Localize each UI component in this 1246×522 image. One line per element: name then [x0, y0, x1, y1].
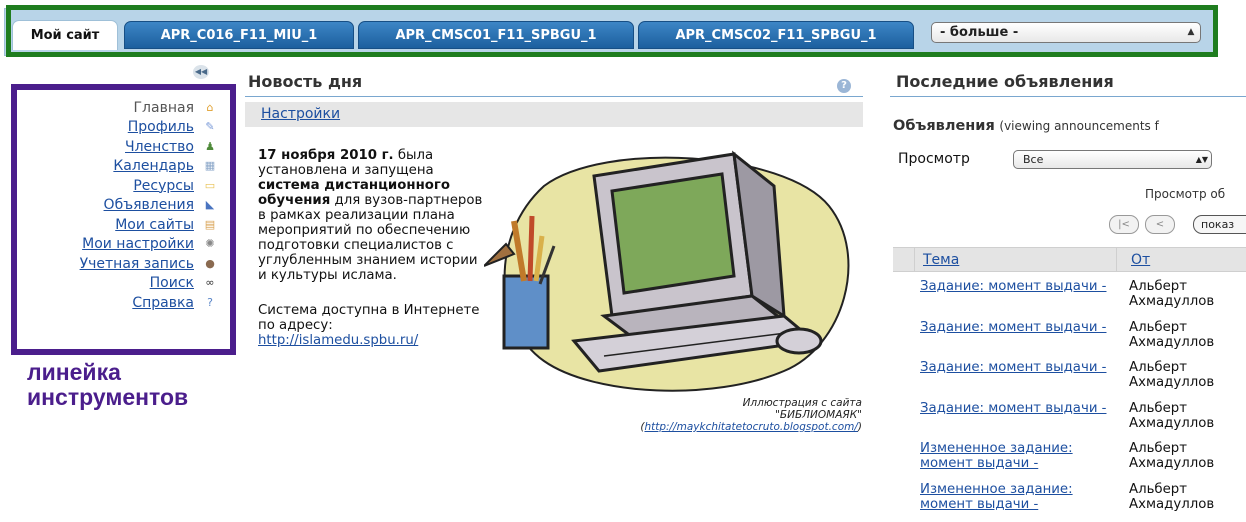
- announcement-row: Задание: момент выдачи - Альберт Ахмадулл…: [920, 360, 1246, 400]
- announcement-author: Альберт Ахмадуллов: [1129, 279, 1215, 309]
- tool-menu-item-label: Поиск: [149, 275, 194, 292]
- user-icon: ●: [205, 256, 215, 270]
- tool-menu-item-label: Мои настройки: [82, 236, 194, 253]
- credit-line2: "БИБЛИОМАЯК": [775, 409, 862, 421]
- view-label: Просмотр: [898, 151, 970, 167]
- column-from-sort[interactable]: От: [1131, 252, 1150, 268]
- announcement-author: Альберт Ахмадуллов: [1129, 360, 1215, 390]
- toolbar-caption-line1: линейка: [27, 359, 121, 385]
- credit-line1: Иллюстрация с сайта: [742, 397, 862, 409]
- membership-icon: ♟: [205, 139, 215, 153]
- news-text-3: Система доступна в Интернете по адресу:: [258, 303, 480, 333]
- announcement-subject-link[interactable]: Измененное задание: момент выдачи -: [920, 482, 1120, 512]
- gear-icon: ✺: [205, 237, 215, 251]
- announcement-author: Альберт Ахмадуллов: [1129, 319, 1215, 350]
- announcement-row: Задание: момент выдачи - Альберт Ахмадулл…: [920, 401, 1246, 441]
- tool-menu-item[interactable]: Мои настройки ✺: [18, 235, 218, 255]
- tool-menu-item-label: Учетная запись: [79, 255, 194, 272]
- tool-menu-item-label: Членство: [125, 138, 194, 155]
- news-settings-link[interactable]: Настройки: [261, 106, 340, 122]
- profile-icon: ✎: [205, 120, 215, 134]
- announcement-row: Задание: момент выдачи - Альберт Ахмадулл…: [920, 279, 1246, 319]
- announcement-subject-link[interactable]: Задание: момент выдачи -: [920, 320, 1120, 335]
- show-button[interactable]: показ: [1193, 215, 1246, 234]
- announcement-author: Альберт Ахмадуллов: [1129, 400, 1215, 431]
- news-paragraph: 17 ноября 2010 г. была установлена и зап…: [258, 148, 483, 283]
- help-icon[interactable]: ?: [837, 79, 851, 93]
- site-tab-bar: Мой сайт APR_C016_F11_MIU_1 APR_CMSC01_F…: [0, 0, 1246, 62]
- announcement-subject-link[interactable]: Задание: момент выдачи -: [920, 401, 1120, 416]
- announcements-subtitle: Объявления (viewing announcements f: [893, 118, 1159, 134]
- toolbar-caption: линейка инструментов: [27, 360, 242, 410]
- announcement-row: Задание: момент выдачи - Альберт Ахмадулл…: [920, 320, 1246, 360]
- tool-menu: Главная ⌂ Профиль ✎ Членство ♟ Календарь ▦ Ресур…: [18, 98, 218, 313]
- previous-page-button[interactable]: <: [1145, 215, 1175, 234]
- credit-url-line: (http://maykchitatetocruto.blogspot.com/…: [640, 421, 862, 433]
- news-divider: [245, 96, 863, 97]
- news-paragraph-2: Система доступна в Интернете по адресу: …: [258, 303, 483, 348]
- first-page-button[interactable]: |<: [1109, 215, 1139, 234]
- announcements-subtitle-rest: (viewing announcements f: [999, 119, 1159, 133]
- tool-menu-item-label: Ресурсы: [133, 177, 194, 194]
- announcement-row: Измененное задание: момент выдачи - Альбе…: [920, 441, 1246, 481]
- tool-menu-item[interactable]: Профиль ✎: [18, 118, 218, 138]
- folder-icon: ▭: [204, 178, 216, 192]
- tool-menu-item-label: Календарь: [113, 158, 194, 175]
- column-separator: [1116, 248, 1117, 271]
- tool-menu-item-label: Главная: [133, 99, 194, 116]
- computer-clipart-image: [484, 150, 850, 392]
- tool-menu-item[interactable]: Мои сайты ▤: [18, 215, 218, 235]
- announcement-subject-link[interactable]: Задание: момент выдачи -: [920, 279, 1120, 294]
- tabs-highlight-frame: [6, 5, 1218, 57]
- help-icon: ?: [207, 295, 213, 309]
- binoculars-icon: ∞: [205, 276, 215, 290]
- calendar-icon: ▦: [204, 159, 216, 173]
- tool-menu-item[interactable]: Объявления ◣: [18, 196, 218, 216]
- illustration-credit: Иллюстрация с сайта "БИБЛИОМАЯК" (http:/…: [510, 397, 862, 433]
- column-subject-sort[interactable]: Тема: [923, 252, 959, 268]
- tool-menu-item-label: Мои сайты: [115, 216, 194, 233]
- toolbar-caption-line2: инструментов: [27, 384, 189, 410]
- announcement-author: Альберт Ахмадуллов: [1129, 481, 1215, 512]
- announcement-subject-link[interactable]: Задание: момент выдачи -: [920, 360, 1120, 375]
- tool-menu-item-label: Справка: [132, 294, 194, 311]
- tool-menu-item[interactable]: Календарь ▦: [18, 157, 218, 177]
- announcement-row: Измененное задание: момент выдачи - Альбе…: [920, 482, 1246, 522]
- megaphone-icon: ◣: [205, 198, 215, 212]
- announcements-table-header: Тема От: [893, 247, 1246, 272]
- announcements-subtitle-bold: Объявления: [893, 118, 995, 134]
- select-arrow-icon: ▲▼: [1195, 155, 1208, 164]
- announcement-author: Альберт Ахмадуллов: [1129, 441, 1215, 471]
- tool-menu-item-label: Профиль: [127, 119, 194, 136]
- sites-icon: ▤: [204, 217, 216, 231]
- collapse-menu-icon[interactable]: ◀◀: [193, 65, 209, 79]
- news-url-link[interactable]: http://islamedu.spbu.ru/: [258, 333, 418, 348]
- credit-url-link[interactable]: http://maykchitatetocruto.blogspot.com/: [644, 421, 857, 433]
- announcements-divider: [890, 96, 1246, 97]
- tool-menu-item[interactable]: Учетная запись ●: [18, 254, 218, 274]
- tool-menu-item[interactable]: Поиск ∞: [18, 274, 218, 294]
- news-body: 17 ноября 2010 г. была установлена и зап…: [258, 148, 483, 348]
- tool-menu-item-label: Объявления: [103, 197, 194, 214]
- view-select-value: Все: [1023, 153, 1044, 166]
- tool-menu-item[interactable]: Главная ⌂: [18, 98, 218, 118]
- view-filter-select[interactable]: Все ▲▼: [1013, 150, 1212, 169]
- tool-menu-item[interactable]: Справка?: [18, 293, 218, 313]
- announcement-subject-link[interactable]: Измененное задание: момент выдачи -: [920, 441, 1120, 471]
- tool-menu-item[interactable]: Членство ♟: [18, 137, 218, 157]
- announcements-title: Последние объявления: [896, 72, 1114, 91]
- tool-menu-item[interactable]: Ресурсы ▭: [18, 176, 218, 196]
- news-date: 17 ноября 2010 г.: [258, 148, 394, 163]
- view-count-text: Просмотр об: [1145, 187, 1226, 201]
- header-select-cell: [893, 248, 915, 271]
- news-title: Новость дня: [248, 72, 363, 91]
- home-icon: ⌂: [206, 100, 214, 114]
